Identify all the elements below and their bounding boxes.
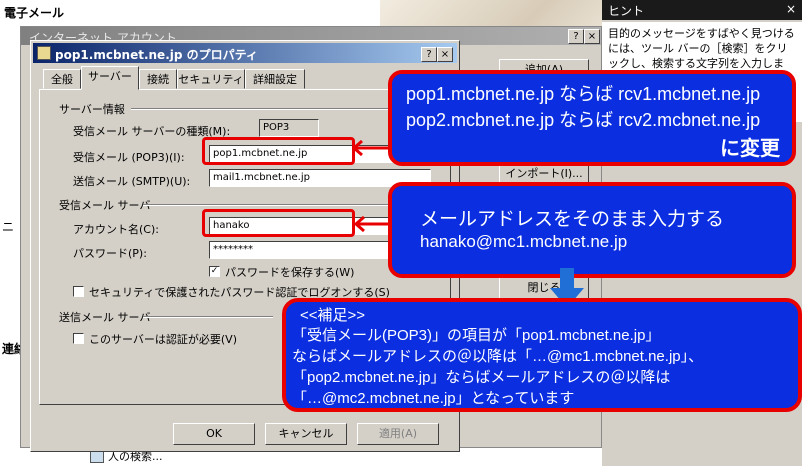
remember-password-label: パスワードを保存する(W) <box>225 266 355 279</box>
hint-close-button[interactable]: × <box>786 2 796 16</box>
tab-connection[interactable]: 接続 <box>139 69 177 89</box>
callout-text: 「受信メール(POP3)」の項目が「pop1.mcbnet.ne.jp」 <box>292 327 661 344</box>
remember-password-checkbox[interactable]: ✓ <box>209 266 220 277</box>
server-change-callout: pop1.mcbnet.ne.jp ならば rcv1.mcbnet.ne.jp … <box>388 70 796 166</box>
callout-text: pop1.mcbnet.ne.jp ならば rcv1.mcbnet.ne.jp <box>406 84 761 104</box>
account-help-button[interactable]: ? <box>568 29 584 44</box>
smtp-auth-checkbox[interactable] <box>73 333 84 344</box>
ok-button[interactable]: OK <box>173 423 255 445</box>
callout-heading: <<補足>> <box>300 307 366 324</box>
supplement-callout: <<補足>> 「受信メール(POP3)」の項目が「pop1.mcbnet.ne.… <box>282 298 802 412</box>
server-info-heading: サーバー情報 <box>59 103 125 116</box>
properties-title: pop1.mcbnet.ne.jp のプロパティ <box>55 48 258 62</box>
hint-title: ヒント <box>608 4 645 18</box>
tab-server[interactable]: サーバー <box>81 66 139 90</box>
close-x-button[interactable]: × <box>437 47 453 62</box>
password-label: パスワード(P): <box>73 247 147 260</box>
hint-header: ヒント × <box>602 0 802 20</box>
account-hint-callout: メールアドレスをそのまま入力する hanako@mc1.mcbnet.ne.jp <box>388 182 796 278</box>
callout-text: に変更 <box>720 138 780 160</box>
incoming-server-label: 受信メール (POP3)(I): <box>73 151 185 164</box>
background-text-fragment: ニ <box>2 220 15 234</box>
callout-text: 「pop2.mcbnet.ne.jp」ならばメールアドレスの＠以降は <box>292 369 671 386</box>
spa-checkbox[interactable] <box>73 286 84 297</box>
callout-text: メールアドレスをそのまま入力する <box>420 209 725 230</box>
incoming-server-highlight <box>202 137 355 165</box>
callout-text: hanako@mc1.mcbnet.ne.jp <box>420 232 628 251</box>
cancel-button[interactable]: キャンセル <box>265 423 347 445</box>
tab-security[interactable]: セキュリティ <box>177 69 245 89</box>
help-button[interactable]: ? <box>421 47 437 62</box>
properties-titlebar: pop1.mcbnet.ne.jp のプロパティ ? × <box>33 43 457 63</box>
tab-advanced[interactable]: 詳細設定 <box>245 69 305 89</box>
smtp-auth-label: このサーバーは認証が必要(V) <box>89 333 237 346</box>
account-name-label: アカウント名(C): <box>73 223 159 236</box>
account-name-highlight <box>202 209 355 237</box>
mail-account-icon <box>37 46 51 60</box>
divider <box>131 108 431 110</box>
incoming-type-value: POP3 <box>259 119 319 137</box>
account-close-x-button[interactable]: × <box>584 29 600 44</box>
callout-text: pop2.mcbnet.ne.jp ならば rcv2.mcbnet.ne.jp <box>406 110 761 130</box>
divider <box>143 316 273 318</box>
callout-text: 「…@mc2.mcbnet.ne.jp」となっています <box>292 390 575 407</box>
apply-button[interactable]: 適用(A) <box>357 423 439 445</box>
outgoing-server-label: 送信メール (SMTP)(U): <box>73 175 191 188</box>
app-title: 電子メール <box>4 6 65 20</box>
tab-general[interactable]: 全般 <box>43 69 81 89</box>
callout-text: ならばメールアドレスの＠以降は「…@mc1.mcbnet.ne.jp」、 <box>292 348 704 365</box>
